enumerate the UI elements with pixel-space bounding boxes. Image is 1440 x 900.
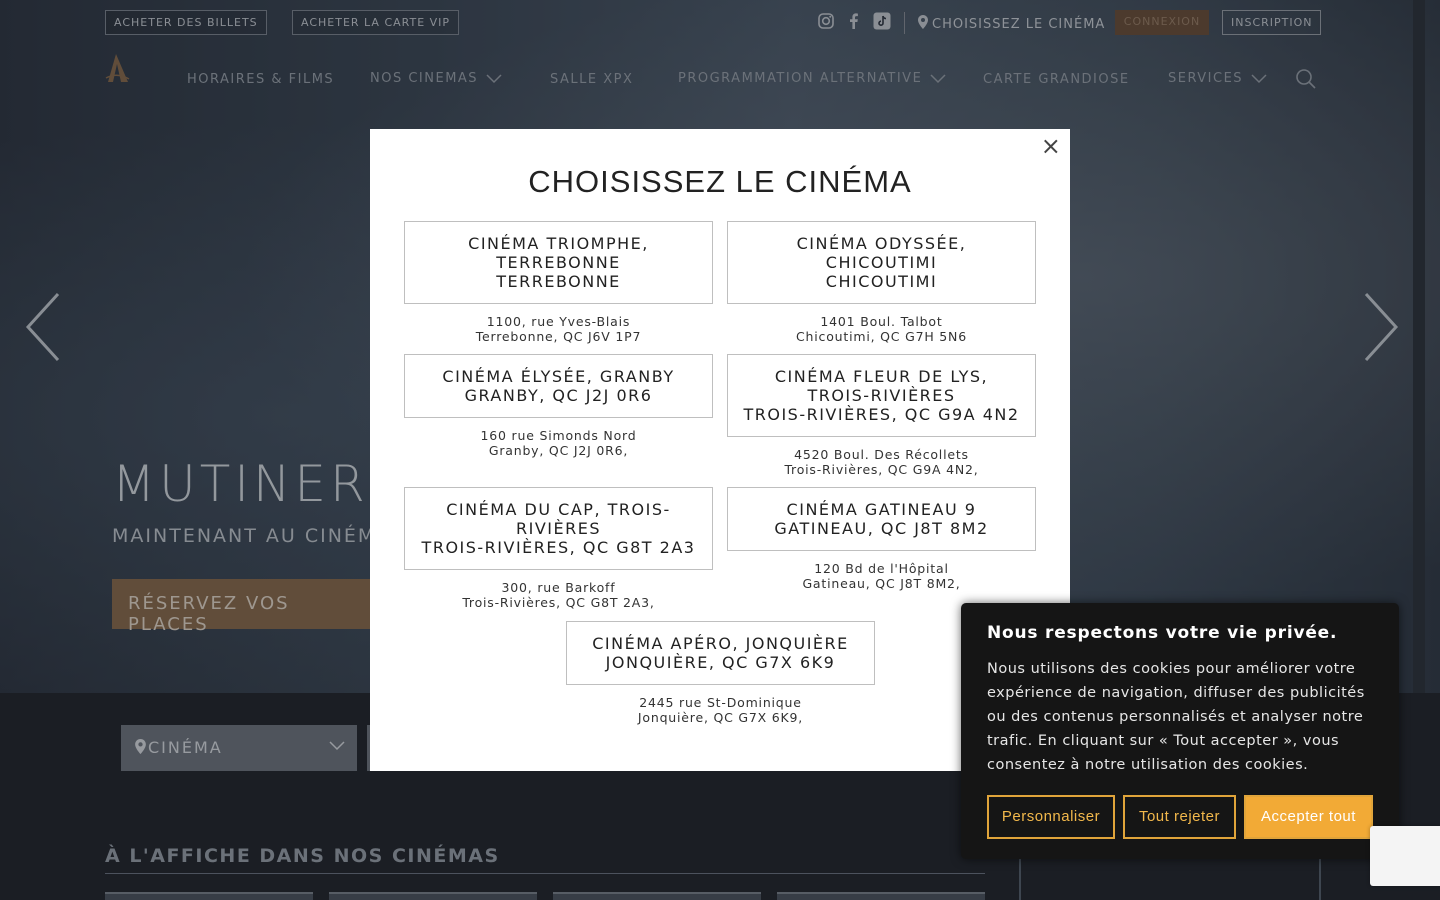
address-line: Terrebonne, QC J6V 1P7 xyxy=(475,329,642,344)
cinema-name-line: TERREBONNE xyxy=(496,253,621,272)
address-line: 1401 Boul. Talbot xyxy=(820,314,943,329)
cinema-name-line: TERREBONNE xyxy=(496,272,621,291)
cinema-name-line: CINÉMA APÉRO, JONQUIÈRE xyxy=(592,634,849,653)
accept-all-cookies-button[interactable]: Accepter tout xyxy=(1244,795,1373,839)
cookie-banner: Nous respectons votre vie privée. Nous u… xyxy=(961,603,1399,859)
cinema-address: 4520 Boul. Des Récollets Trois-Rivières,… xyxy=(727,447,1036,477)
cinema-name-line: CINÉMA ODYSSÉE, xyxy=(796,234,967,253)
cinema-name-line: CHICOUTIMI xyxy=(825,272,938,291)
cinema-name-line: JONQUIÈRE, QC G7X 6K9 xyxy=(605,653,836,672)
address-line: Chicoutimi, QC G7H 5N6 xyxy=(796,329,967,344)
address-line: 120 Bd de l'Hôpital xyxy=(814,561,949,576)
customize-cookies-button[interactable]: Personnaliser xyxy=(987,795,1115,839)
cinema-option-elysee[interactable]: CINÉMA ÉLYSÉE, GRANBY GRANBY, QC J2J 0R6… xyxy=(404,354,713,458)
reject-all-cookies-button[interactable]: Tout rejeter xyxy=(1123,795,1236,839)
cinema-option-apero[interactable]: CINÉMA APÉRO, JONQUIÈRE JONQUIÈRE, QC G7… xyxy=(566,621,875,725)
cinema-address: 120 Bd de l'Hôpital Gatineau, QC J8T 8M2… xyxy=(727,561,1036,591)
cookie-text: Nous utilisons des cookies pour améliore… xyxy=(987,661,1365,773)
address-line: Granby, QC J2J 0R6, xyxy=(488,443,629,458)
cinema-address: 300, rue Barkoff Trois-Rivières, QC G8T … xyxy=(404,580,713,610)
cinema-name-box[interactable]: CINÉMA GATINEAU 9 GATINEAU, QC J8T 8M2 xyxy=(727,487,1036,551)
cinema-name-box[interactable]: CINÉMA ODYSSÉE, CHICOUTIMI CHICOUTIMI xyxy=(727,221,1036,304)
cinema-address: 160 rue Simonds Nord Granby, QC J2J 0R6, xyxy=(404,428,713,458)
cinema-option-gatineau[interactable]: CINÉMA GATINEAU 9 GATINEAU, QC J8T 8M2 1… xyxy=(727,487,1036,591)
cinema-address: 2445 rue St-Dominique Jonquière, QC G7X … xyxy=(566,695,875,725)
cinema-name-line: TROIS-RIVIÈRES xyxy=(807,386,956,405)
cinema-name-line: CINÉMA DU CAP, TROIS- xyxy=(446,500,671,519)
address-line: 160 rue Simonds Nord xyxy=(480,428,637,443)
cinema-name-line: CINÉMA TRIOMPHE, xyxy=(468,234,649,253)
address-line: Jonquière, QC G7X 6K9, xyxy=(637,710,804,725)
cinema-name-box[interactable]: CINÉMA FLEUR DE LYS, TROIS-RIVIÈRES TROI… xyxy=(727,354,1036,437)
address-line: 300, rue Barkoff xyxy=(501,580,616,595)
cinema-name-line: CHICOUTIMI xyxy=(825,253,938,272)
cinema-name-line: GRANBY, QC J2J 0R6 xyxy=(464,386,653,405)
cinema-option-du-cap[interactable]: CINÉMA DU CAP, TROIS- RIVIÈRES TROIS-RIV… xyxy=(404,487,713,610)
cinema-name-box[interactable]: CINÉMA ÉLYSÉE, GRANBY GRANBY, QC J2J 0R6 xyxy=(404,354,713,418)
cinema-name-line: RIVIÈRES xyxy=(516,519,601,538)
cinema-name-line: TROIS-RIVIÈRES, QC G9A 4N2 xyxy=(743,405,1020,424)
cinema-name-line: CINÉMA FLEUR DE LYS, xyxy=(774,367,989,386)
cinema-name-line: GATINEAU, QC J8T 8M2 xyxy=(774,519,989,538)
cinema-name-line: CINÉMA GATINEAU 9 xyxy=(786,500,977,519)
modal-title: CHOISISSEZ LE CINÉMA xyxy=(528,164,912,199)
cookie-title: Nous respectons votre vie privée. xyxy=(987,623,1338,643)
recaptcha-badge[interactable] xyxy=(1370,826,1440,886)
cinema-option-fleur-de-lys[interactable]: CINÉMA FLEUR DE LYS, TROIS-RIVIÈRES TROI… xyxy=(727,354,1036,477)
address-line: 2445 rue St-Dominique xyxy=(639,695,802,710)
cinema-name-box[interactable]: CINÉMA DU CAP, TROIS- RIVIÈRES TROIS-RIV… xyxy=(404,487,713,570)
cinema-address: 1401 Boul. Talbot Chicoutimi, QC G7H 5N6 xyxy=(727,314,1036,344)
cinema-name-line: TROIS-RIVIÈRES, QC G8T 2A3 xyxy=(421,538,696,557)
address-line: 1100, rue Yves-Blais xyxy=(486,314,631,329)
cinema-address: 1100, rue Yves-Blais Terrebonne, QC J6V … xyxy=(404,314,713,344)
cinema-option-odyssee[interactable]: CINÉMA ODYSSÉE, CHICOUTIMI CHICOUTIMI 14… xyxy=(727,221,1036,344)
close-icon[interactable]: × xyxy=(1040,134,1062,158)
cinema-option-triomphe[interactable]: CINÉMA TRIOMPHE, TERREBONNE TERREBONNE 1… xyxy=(404,221,713,344)
address-line: Trois-Rivières, QC G8T 2A3, xyxy=(462,595,655,610)
cinema-name-box[interactable]: CINÉMA TRIOMPHE, TERREBONNE TERREBONNE xyxy=(404,221,713,304)
cinema-name-line: CINÉMA ÉLYSÉE, GRANBY xyxy=(442,367,675,386)
address-line: Trois-Rivières, QC G9A 4N2, xyxy=(784,462,979,477)
cinema-name-box[interactable]: CINÉMA APÉRO, JONQUIÈRE JONQUIÈRE, QC G7… xyxy=(566,621,875,685)
address-line: 4520 Boul. Des Récollets xyxy=(794,447,969,462)
address-line: Gatineau, QC J8T 8M2, xyxy=(802,576,961,591)
